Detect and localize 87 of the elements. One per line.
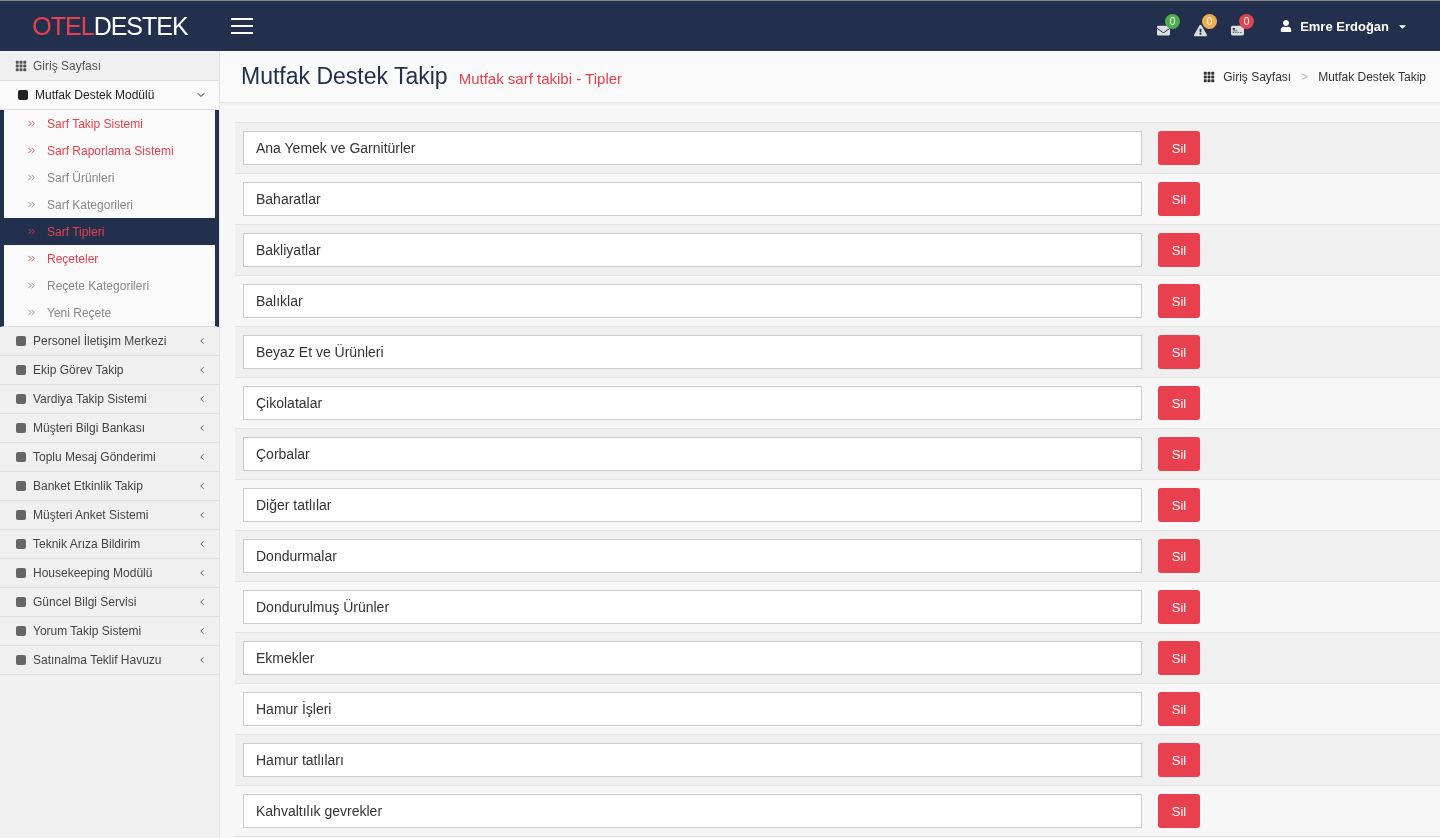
delete-button[interactable]: Sil bbox=[1158, 692, 1200, 726]
delete-button[interactable]: Sil bbox=[1158, 182, 1200, 216]
delete-button[interactable]: Sil bbox=[1158, 437, 1200, 471]
input-field[interactable]: Çikolatalar bbox=[243, 386, 1142, 420]
page-title: Mutfak Destek Takip bbox=[241, 63, 448, 90]
delete-button[interactable]: Sil bbox=[1158, 590, 1200, 624]
user-icon bbox=[1280, 20, 1293, 32]
input-field[interactable]: Hamur İşleri bbox=[243, 692, 1142, 726]
chevron-left-icon bbox=[197, 423, 207, 433]
input-field[interactable]: Ana Yemek ve Garnitürler bbox=[243, 131, 1142, 165]
page-subtitle: Mutfak sarf takibi - Tipler bbox=[458, 70, 623, 87]
double-chevron-icon bbox=[26, 307, 37, 318]
square-icon bbox=[16, 336, 26, 346]
chevron-left-icon bbox=[197, 394, 207, 404]
chevron-left-icon bbox=[197, 452, 207, 462]
input-field[interactable]: Diğer tatlılar bbox=[243, 488, 1142, 522]
chevron-left-icon bbox=[197, 539, 207, 549]
square-icon bbox=[16, 452, 26, 462]
double-chevron-icon bbox=[26, 226, 37, 237]
input-field[interactable]: Kahvaltılık gevrekler bbox=[243, 794, 1142, 828]
chevron-left-icon bbox=[197, 481, 207, 491]
square-icon bbox=[16, 568, 26, 578]
square-icon bbox=[16, 510, 26, 520]
input-field[interactable]: Hamur tatlıları bbox=[243, 743, 1142, 777]
delete-button[interactable]: Sil bbox=[1158, 233, 1200, 267]
square-icon bbox=[16, 394, 26, 404]
count-badge: 0 bbox=[1202, 13, 1218, 29]
square-icon bbox=[16, 481, 26, 491]
input-field[interactable]: Dondurmalar bbox=[243, 539, 1142, 573]
grid-icon bbox=[1203, 70, 1216, 83]
menu-button[interactable] bbox=[231, 18, 253, 34]
input-field[interactable]: Baharatlar bbox=[243, 182, 1142, 216]
delete-button[interactable]: Sil bbox=[1158, 641, 1200, 675]
square-icon bbox=[16, 597, 26, 607]
input-field[interactable]: Balıklar bbox=[243, 284, 1142, 318]
chevron-left-icon bbox=[197, 597, 207, 607]
delete-button[interactable]: Sil bbox=[1158, 335, 1200, 369]
double-chevron-icon bbox=[26, 199, 37, 210]
chevron-left-icon bbox=[197, 655, 207, 665]
user-menu[interactable]: Emre Erdoğan bbox=[1274, 17, 1414, 35]
square-icon bbox=[16, 626, 26, 636]
grid-icon bbox=[15, 59, 27, 72]
chevron-left-icon bbox=[197, 336, 207, 346]
notification-button[interactable]: 0 bbox=[1229, 13, 1253, 39]
input-field[interactable]: Beyaz Et ve Ürünleri bbox=[243, 335, 1142, 369]
square-icon bbox=[16, 365, 26, 375]
breadcrumb-link[interactable]: Giriş Sayfası bbox=[1223, 69, 1292, 84]
square-icon bbox=[16, 539, 26, 549]
submenu-item[interactable]: Reçeteler bbox=[4, 245, 215, 272]
delete-button[interactable]: Sil bbox=[1158, 539, 1200, 573]
delete-button[interactable]: Sil bbox=[1158, 488, 1200, 522]
chevron-left-icon bbox=[197, 568, 207, 578]
count-badge: 0 bbox=[1165, 13, 1181, 29]
square-icon bbox=[16, 423, 26, 433]
envelope-icon bbox=[1157, 23, 1171, 37]
breadcrumb-link[interactable]: Mutfak Destek Takip bbox=[1318, 69, 1426, 84]
submenu-item[interactable]: Sarf Takip Sistemi bbox=[4, 110, 215, 137]
double-chevron-icon bbox=[26, 145, 37, 156]
submenu-item[interactable]: Yeni Reçete bbox=[4, 299, 215, 326]
delete-button[interactable]: Sil bbox=[1158, 386, 1200, 420]
double-chevron-icon bbox=[26, 280, 37, 291]
sidebar-item[interactable]: Mutfak Destek Modülü bbox=[0, 81, 219, 110]
card-icon bbox=[1231, 23, 1245, 37]
double-chevron-icon bbox=[26, 118, 37, 129]
input-field[interactable]: Ekmekler bbox=[243, 641, 1142, 675]
square-icon bbox=[16, 655, 26, 665]
input-field[interactable]: Çorbalar bbox=[243, 437, 1142, 471]
submenu-item[interactable]: Reçete Kategorileri bbox=[4, 272, 215, 299]
submenu-item[interactable]: Sarf Raporlama Sistemi bbox=[4, 137, 215, 164]
delete-button[interactable]: Sil bbox=[1158, 743, 1200, 777]
warning-icon bbox=[1194, 23, 1208, 37]
square-icon bbox=[18, 90, 28, 100]
logo[interactable]: OTELDESTEK bbox=[32, 11, 188, 41]
submenu-item[interactable]: Sarf Ürünleri bbox=[4, 164, 215, 191]
chevron-left-icon bbox=[197, 626, 207, 636]
input-field[interactable]: Dondurulmuş Ürünler bbox=[243, 590, 1142, 624]
submenu-item[interactable]: Sarf Kategorileri bbox=[4, 191, 215, 218]
delete-button[interactable]: Sil bbox=[1158, 284, 1200, 318]
input-field[interactable]: Bakliyatlar bbox=[243, 233, 1142, 267]
delete-button[interactable]: Sil bbox=[1158, 131, 1200, 165]
double-chevron-icon bbox=[26, 172, 37, 183]
count-badge: 0 bbox=[1239, 13, 1255, 29]
chevron-left-icon bbox=[197, 510, 207, 520]
chevron-left-icon bbox=[197, 365, 207, 375]
double-chevron-icon bbox=[26, 253, 37, 264]
delete-button[interactable]: Sil bbox=[1158, 794, 1200, 828]
breadcrumb-separator: > bbox=[1301, 69, 1309, 84]
